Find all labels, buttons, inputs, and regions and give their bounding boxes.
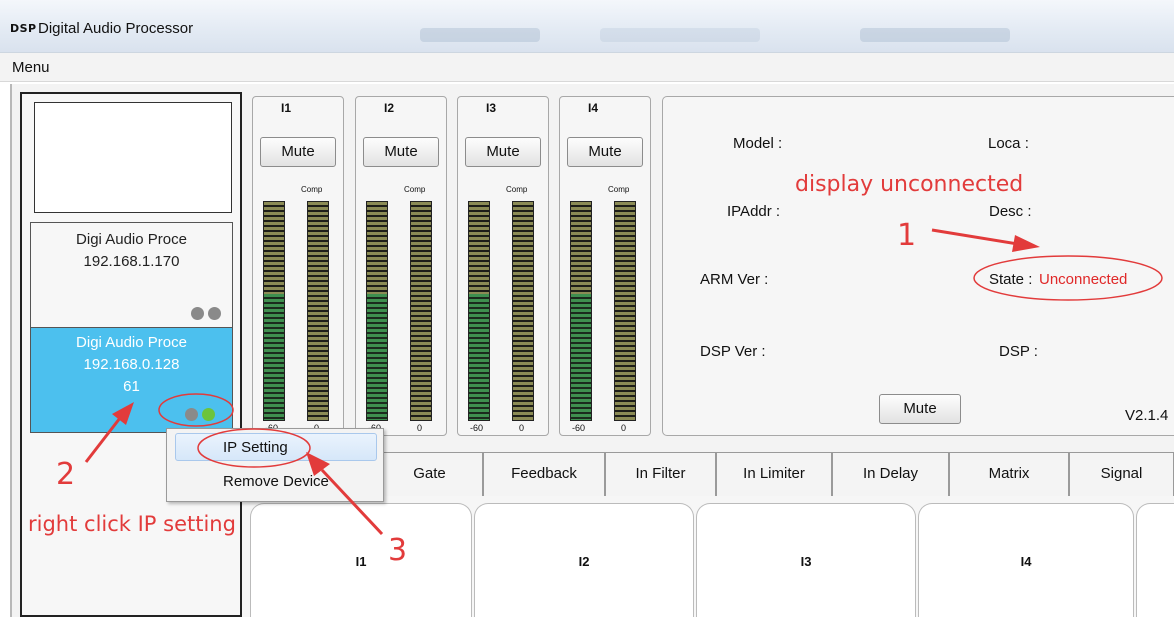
annotation-right-click: right click IP setting — [28, 512, 236, 536]
arrow-line — [84, 417, 122, 463]
arrow-head-icon — [112, 402, 134, 425]
arrow-head-icon — [306, 452, 330, 476]
arrow-head-icon — [1012, 235, 1040, 252]
annotation-step-1: 1 — [897, 218, 917, 253]
annotation-display-unconnected: display unconnected — [795, 172, 1024, 197]
arrow-line — [931, 228, 1019, 246]
annotation-step-3: 3 — [388, 533, 408, 568]
ip-setting-highlight-ellipse — [197, 428, 311, 468]
arrow-line — [320, 468, 384, 536]
state-highlight-ellipse — [973, 255, 1163, 301]
annotation-step-2: 2 — [56, 457, 76, 492]
status-highlight-ellipse — [158, 393, 234, 427]
